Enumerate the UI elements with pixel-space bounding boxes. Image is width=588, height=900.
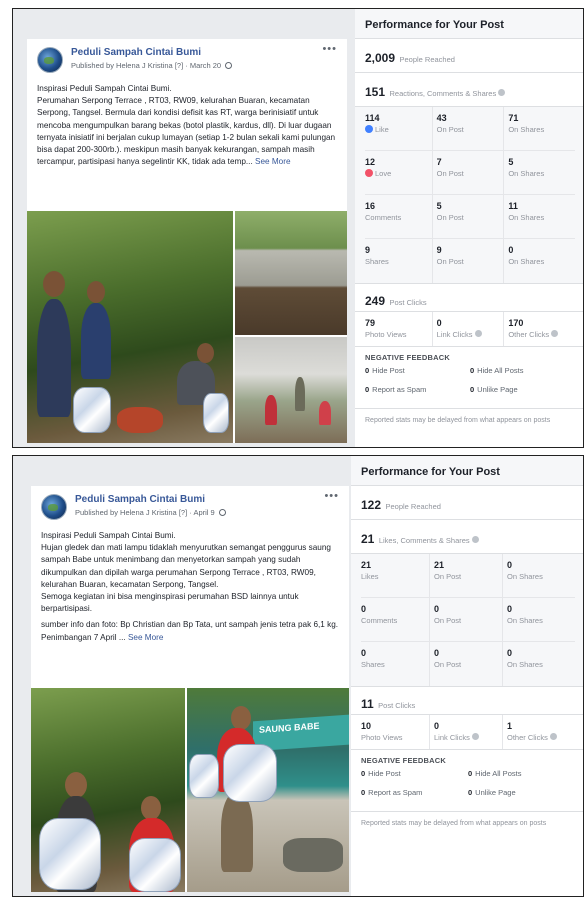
people-reached-label: People Reached [399,55,455,64]
post-clicks-count: 249 [365,294,386,308]
more-options-icon[interactable]: ••• [324,490,339,502]
post-header: Peduli Sampah Cintai Bumi Published by H… [27,39,347,83]
reactions-row: 0 Comments 0 On Post 0 On Shares [361,598,575,642]
clicks-grid: 10 Photo Views 0 Link Clicks 1 Other Clicks [351,715,583,750]
facebook-post: Peduli Sampah Cintai Bumi Published by H… [31,486,349,892]
info-icon[interactable] [498,89,506,96]
reactions-count: 151 [365,85,386,99]
unlike-page-stat: 0 Unlike Page [468,788,516,797]
post-clicks-count: 11 [361,697,374,711]
photo-collage: SAUNG BABE [31,688,349,892]
love-icon [365,169,373,177]
post-meta: Published by Helena J Kristina [?] · Apr… [75,508,226,517]
people-reached-count: 122 [361,498,382,512]
people-reached-label: People Reached [385,502,441,511]
hide-post-stat: 0 Hide Post [365,366,405,375]
post-date-link[interactable]: March 20 [190,61,221,70]
info-icon[interactable] [474,330,482,337]
performance-panel: Performance for Your Post 2,009 People R… [355,9,583,447]
post-photo[interactable] [27,211,233,443]
reactions-count: 21 [361,532,375,546]
hide-post-stat: 0 Hide Post [361,769,401,778]
negative-feedback-title: NEGATIVE FEEDBACK [365,353,450,362]
info-icon[interactable] [471,733,479,740]
reactions-summary: 21 Likes, Comments & Shares [351,520,583,554]
negative-feedback-title: NEGATIVE FEEDBACK [361,756,446,765]
post-text: Inspirasi Peduli Sampah Cintai Bumi. Huj… [31,530,349,644]
stats-footer-note: Reported stats may be delayed from what … [361,820,547,827]
post-header: Peduli Sampah Cintai Bumi Published by H… [31,486,349,530]
post-clicks-label: Post Clicks [389,298,427,307]
report-spam-stat: 0 Report as Spam [361,788,423,797]
reactions-row: 16 Comments 5 On Post 11 On Shares [365,195,575,239]
published-by: Published by Helena J Kristina [71,61,173,70]
performance-panel: Performance for Your Post 122 People Rea… [351,456,583,896]
post-clicks-summary: 11 Post Clicks [351,687,583,715]
post-photo[interactable] [235,337,347,443]
unlike-page-stat: 0 Unlike Page [470,385,518,394]
reactions-row: 21 Likes 21 On Post 0 On Shares [361,554,575,598]
post-text: Inspirasi Peduli Sampah Cintai Bumi. Per… [27,83,347,168]
reactions-row: 12 Love 7 On Post 5 On Shares [365,151,575,195]
clicks-grid: 79 Photo Views 0 Link Clicks 170 Other Clic… [355,312,583,347]
report-spam-stat: 0 Report as Spam [365,385,427,394]
post-paragraph: Hujan gledek dan mati lampu tidaklah men… [41,543,331,589]
globe-icon [218,509,226,516]
post-clicks-label: Post Clicks [378,701,416,710]
see-more-link[interactable]: See More [255,157,291,166]
page-name-link[interactable]: Peduli Sampah Cintai Bumi [71,47,201,58]
people-reached-count: 2,009 [365,51,396,65]
page-avatar[interactable] [37,47,63,73]
info-icon[interactable] [471,536,479,543]
info-icon[interactable] [551,330,559,337]
post-insight-1: Peduli Sampah Cintai Bumi Published by H… [12,8,584,448]
hide-all-posts-stat: 0 Hide All Posts [470,366,524,375]
hide-all-posts-stat: 0 Hide All Posts [468,769,522,778]
facebook-post: Peduli Sampah Cintai Bumi Published by H… [27,39,347,443]
post-date-link[interactable]: April 9 [193,508,214,517]
performance-title: Performance for Your Post [351,456,583,486]
post-paragraph: sumber info dan foto: Bp Christian dan B… [41,620,339,642]
reactions-row: 9 Shares 9 On Post 0 On Shares [365,239,575,283]
reactions-summary: 151 Reactions, Comments & Shares [355,73,583,107]
post-meta: Published by Helena J Kristina [?] · Mar… [71,61,233,70]
people-reached: 2,009 People Reached [355,39,583,73]
published-by: Published by Helena J Kristina [75,508,177,517]
negative-feedback: NEGATIVE FEEDBACK 0 Hide Post 0 Hide All P… [355,347,583,409]
reactions-label: Reactions, Comments & Shares [389,89,497,98]
publisher-badge: [?] [174,61,184,70]
info-icon[interactable] [549,733,557,740]
reactions-label: Likes, Comments & Shares [378,536,470,545]
post-insight-2: Peduli Sampah Cintai Bumi Published by H… [12,455,584,897]
stats-footer-note: Reported stats may be delayed from what … [365,417,551,424]
more-options-icon[interactable]: ••• [322,43,337,55]
post-clicks-summary: 249 Post Clicks [355,284,583,312]
reactions-row: 0 Shares 0 On Post 0 On Shares [361,642,575,686]
post-paragraph: Semoga kegiatan ini bisa menginspirasi p… [41,592,299,614]
post-paragraph: Inspirasi Peduli Sampah Cintai Bumi. [41,531,176,540]
reactions-row: 114 Like 43 On Post 71 On Shares [365,107,575,151]
page-name-link[interactable]: Peduli Sampah Cintai Bumi [75,494,205,505]
post-paragraph: Perumahan Serpong Terrace , RT03, RW09, … [37,96,336,167]
see-more-link[interactable]: See More [128,633,164,642]
negative-feedback: NEGATIVE FEEDBACK 0 Hide Post 0 Hide All P… [351,750,583,812]
performance-title: Performance for Your Post [355,9,583,39]
reactions-grid: 21 Likes 21 On Post 0 On Shares 0 Comments 0… [351,554,583,687]
post-photo[interactable] [235,211,347,335]
post-photo[interactable] [31,688,185,892]
like-icon [365,125,373,133]
people-reached: 122 People Reached [351,486,583,520]
page-avatar[interactable] [41,494,67,520]
post-photo[interactable]: SAUNG BABE [187,688,349,892]
photo-collage [27,211,347,443]
globe-icon [225,62,233,69]
reactions-grid: 114 Like 43 On Post 71 On Shares 12 Love 7 On… [355,107,583,284]
post-paragraph: Inspirasi Peduli Sampah Cintai Bumi. [37,84,172,93]
publisher-badge: [?] [178,508,188,517]
